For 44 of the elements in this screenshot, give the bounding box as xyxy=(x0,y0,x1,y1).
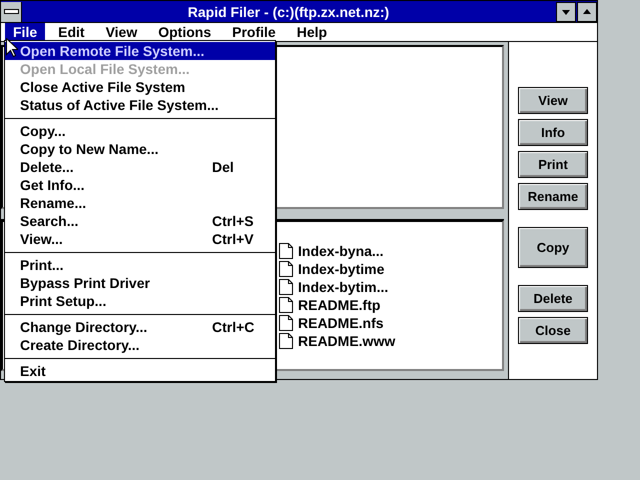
menu-item[interactable]: Copy... xyxy=(5,122,275,140)
document-icon xyxy=(279,333,293,349)
action-button[interactable]: Print xyxy=(518,151,588,178)
document-icon xyxy=(279,279,293,295)
system-menu-button[interactable] xyxy=(1,2,22,22)
document-icon xyxy=(279,243,293,259)
file-name[interactable]: README.nfs xyxy=(298,315,384,331)
action-button[interactable]: Close xyxy=(518,317,588,344)
window-title: Rapid Filer - (c:)(ftp.zx.net.nz:) xyxy=(186,4,390,20)
menu-item[interactable]: Edit xyxy=(50,23,93,41)
action-button[interactable]: Rename xyxy=(518,183,588,210)
menu-item[interactable]: Print... xyxy=(5,256,275,274)
file-name[interactable]: Index-bytim... xyxy=(298,279,388,295)
menu-item[interactable]: Print Setup... xyxy=(5,292,275,310)
document-icon xyxy=(279,297,293,313)
file-name[interactable]: README.www xyxy=(298,333,396,349)
menu-item[interactable]: Create Directory... xyxy=(5,336,275,354)
menu-item[interactable]: Help xyxy=(288,23,336,41)
menu-item[interactable]: Profile xyxy=(224,23,284,41)
action-button[interactable]: Info xyxy=(518,119,588,146)
menu-item[interactable]: File xyxy=(5,23,46,41)
file-name[interactable]: Index-bytime xyxy=(298,261,384,277)
menu-item[interactable]: Exit xyxy=(5,362,275,380)
menu-item[interactable]: Search... Ctrl+S xyxy=(5,212,275,230)
file-name[interactable]: README.ftp xyxy=(298,297,380,313)
menu-item[interactable]: Rename... xyxy=(5,194,275,212)
action-button[interactable]: View xyxy=(518,87,588,114)
menu-item[interactable]: Copy to New Name... xyxy=(5,140,275,158)
menu-item[interactable]: Change Directory... Ctrl+C xyxy=(5,318,275,336)
menu-item[interactable]: View xyxy=(98,23,146,41)
menu-item[interactable]: View... Ctrl+V xyxy=(5,230,275,248)
menu-item[interactable]: Status of Active File System... xyxy=(5,96,275,114)
menu-item[interactable]: Options xyxy=(150,23,220,41)
maximize-button[interactable] xyxy=(577,2,597,22)
action-button[interactable]: Delete xyxy=(518,285,588,312)
document-icon xyxy=(279,315,293,331)
menu-item[interactable]: Bypass Print Driver xyxy=(5,274,275,292)
minimize-button[interactable] xyxy=(556,2,576,22)
menu-item[interactable]: Close Active File System xyxy=(5,78,275,96)
menu-item[interactable]: Get Info... xyxy=(5,176,275,194)
document-icon xyxy=(279,261,293,277)
menu-item[interactable]: Delete... Del xyxy=(5,158,275,176)
file-name[interactable]: Index-byna... xyxy=(298,243,384,259)
action-button[interactable]: Copy xyxy=(518,227,588,268)
